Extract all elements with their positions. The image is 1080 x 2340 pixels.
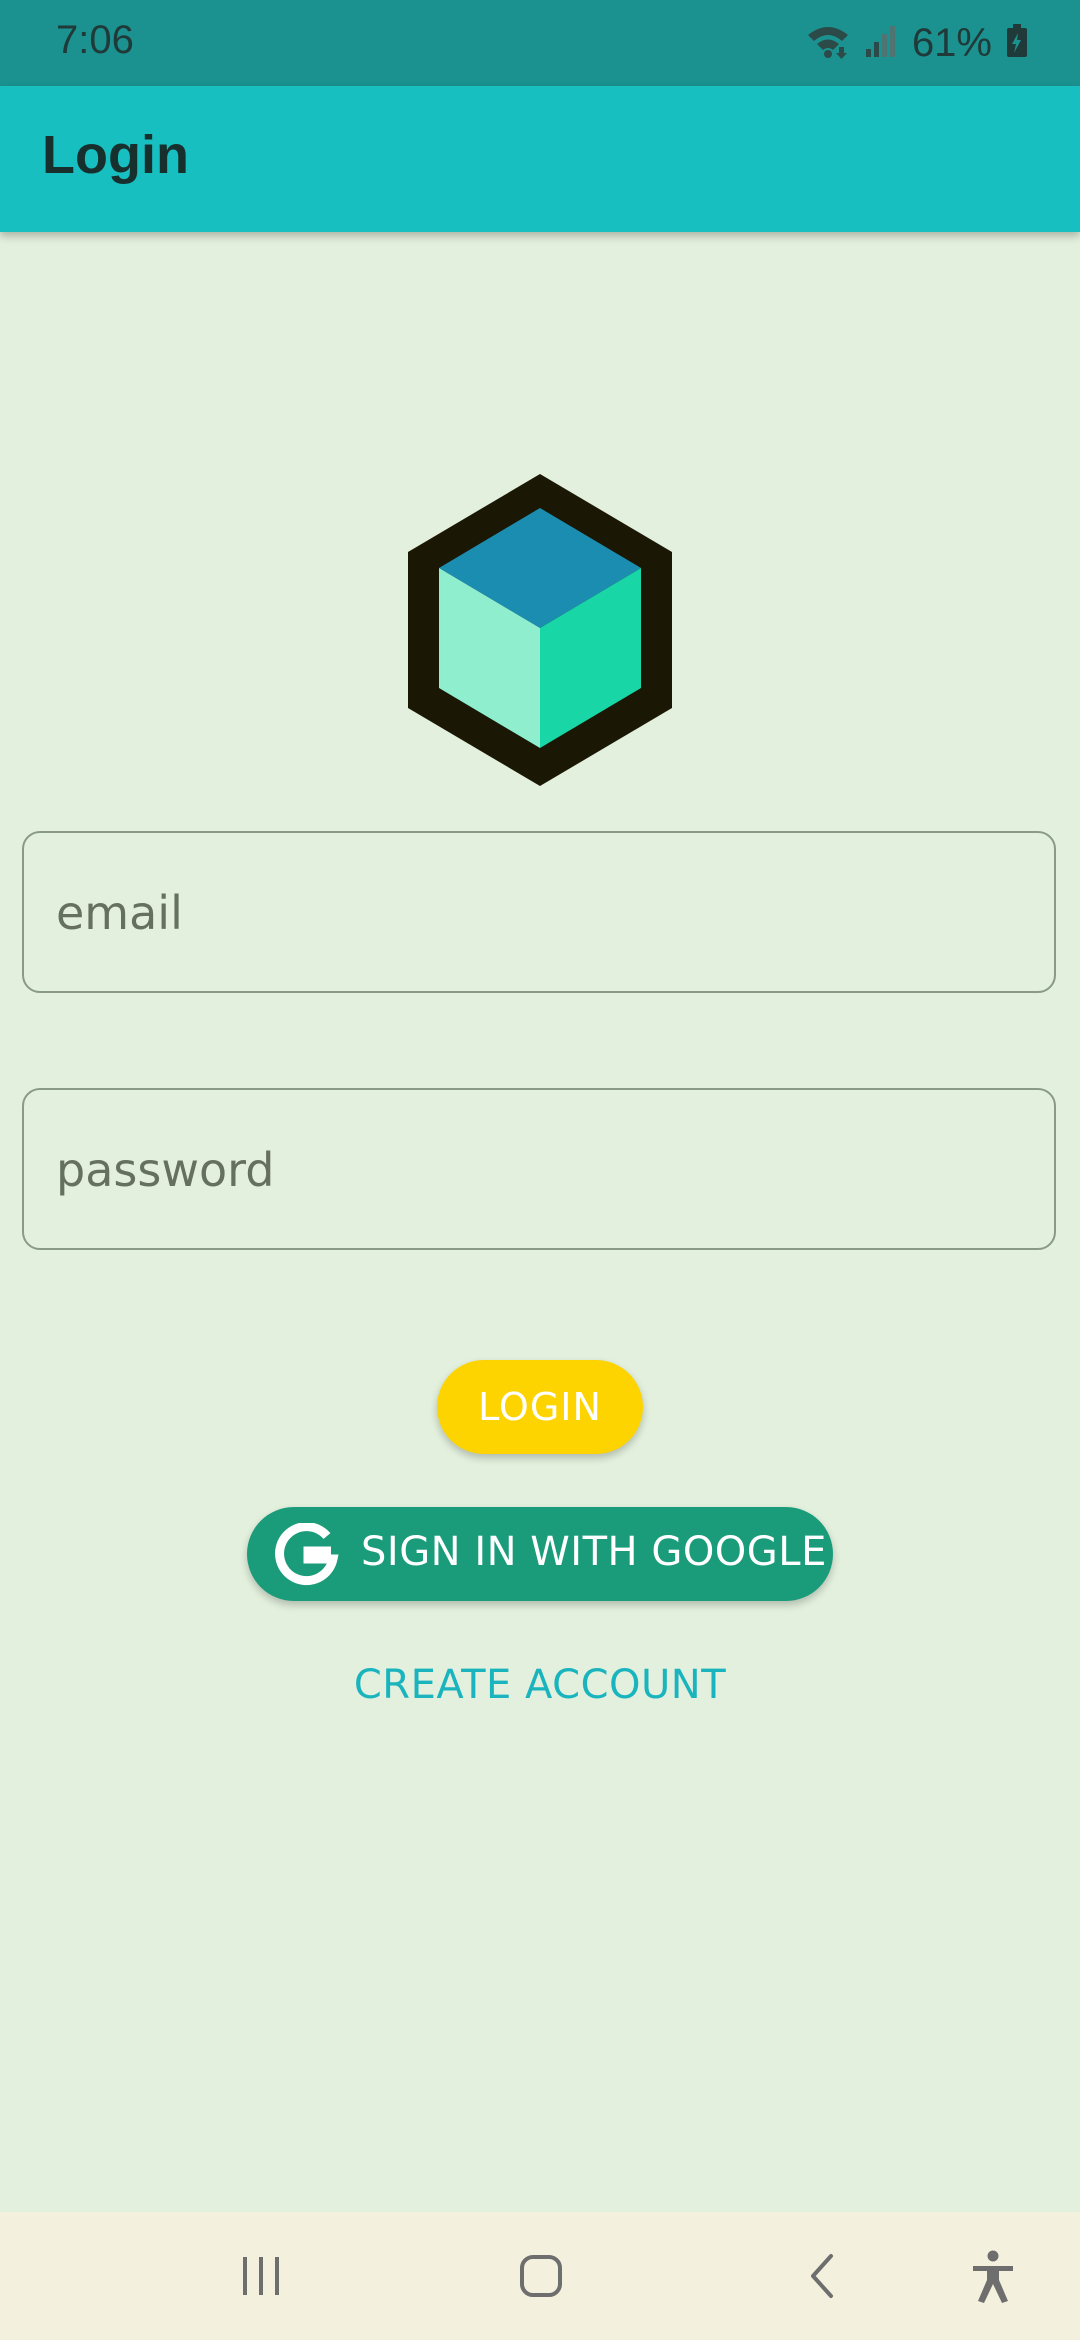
login-button[interactable]: LOGIN bbox=[437, 1360, 643, 1454]
login-button-label: LOGIN bbox=[478, 1385, 602, 1429]
create-account-link[interactable]: CREATE ACCOUNT bbox=[0, 1662, 1080, 1708]
google-button-label: SIGN IN WITH GOOGLE bbox=[361, 1529, 827, 1575]
google-sign-in-button[interactable]: SIGN IN WITH GOOGLE bbox=[247, 1507, 833, 1601]
password-input[interactable] bbox=[54, 1090, 1028, 1250]
email-input[interactable] bbox=[54, 833, 1028, 993]
google-icon bbox=[275, 1522, 339, 1587]
system-nav-bar bbox=[0, 2212, 1080, 2340]
recents-icon[interactable] bbox=[225, 2240, 297, 2312]
app-bar: Login bbox=[0, 86, 1080, 232]
signal-icon bbox=[864, 23, 898, 63]
accessibility-icon[interactable] bbox=[957, 2240, 1029, 2312]
status-bar: 7:06 61% bbox=[0, 0, 1080, 86]
battery-percent: 61% bbox=[911, 20, 992, 65]
wifi-icon bbox=[806, 21, 850, 65]
home-icon[interactable] bbox=[505, 2240, 577, 2312]
page-title: Login bbox=[42, 125, 189, 185]
back-icon[interactable] bbox=[787, 2240, 859, 2312]
email-field[interactable] bbox=[22, 831, 1056, 993]
cube-logo-icon bbox=[404, 472, 676, 788]
status-time: 7:06 bbox=[56, 18, 134, 62]
status-icons: 61% bbox=[806, 18, 1028, 68]
password-field[interactable] bbox=[22, 1088, 1056, 1250]
battery-charging-icon bbox=[1006, 24, 1028, 62]
